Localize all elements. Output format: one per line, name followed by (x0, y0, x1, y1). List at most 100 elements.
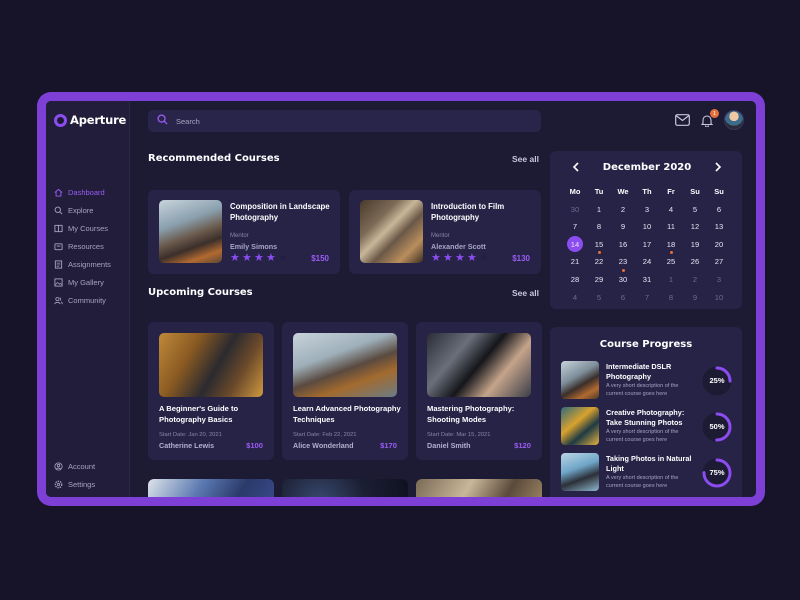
upcoming-course-card[interactable]: A Beginner's Guide to Photography Basics… (148, 322, 274, 460)
calendar-day[interactable]: 30 (563, 201, 587, 219)
sidebar-item-label: Account (68, 461, 96, 471)
calendar-day[interactable]: 1 (587, 201, 611, 219)
calendar-day[interactable]: 3 (635, 201, 659, 219)
upcoming-course-card[interactable]: Learn Advanced Photography Techniques St… (282, 322, 408, 460)
calendar-day[interactable]: 15 (587, 236, 611, 255)
calendar-day[interactable]: 10 (707, 289, 731, 307)
recommended-course-card[interactable]: Composition in Landscape Photography Men… (148, 190, 340, 274)
calendar-day[interactable]: 8 (587, 218, 611, 236)
calendar-day[interactable]: 11 (659, 218, 683, 236)
calendar-day[interactable]: 31 (635, 271, 659, 289)
calendar-day[interactable]: 6 (611, 289, 635, 307)
calendar-weekday: Th (642, 187, 652, 196)
calendar-day-number: 2 (620, 204, 626, 214)
next-month-button[interactable] (712, 161, 724, 173)
calendar-day[interactable]: 1 (659, 271, 683, 289)
calendar-weekday: Mo (569, 187, 581, 196)
calendar: December 2020 Mo Tu We Th Fr Su Su 30 1 2 3 4 5 6 7 8 9 1… (550, 151, 742, 309)
search-bar[interactable] (148, 110, 541, 132)
calendar-day-number: 24 (642, 257, 652, 267)
course-start-date: Start Date: Feb 22, 2021 (293, 432, 357, 438)
sidebar-item-explore[interactable]: Explore (54, 201, 111, 219)
calendar-day[interactable]: 28 (563, 271, 587, 289)
sidebar-item-settings[interactable]: Settings (54, 475, 95, 493)
calendar-day-selected[interactable]: 14 (563, 236, 587, 254)
sidebar-item-assignments[interactable]: Assignments (54, 255, 111, 273)
calendar-day[interactable]: 6 (707, 201, 731, 219)
course-price: $120 (514, 441, 531, 450)
notifications-button[interactable]: 1 (699, 109, 719, 128)
upcoming-see-all-link[interactable]: See all (512, 288, 539, 298)
calendar-day[interactable]: 21 (563, 253, 587, 271)
recommended-see-all-link[interactable]: See all (512, 154, 539, 164)
sidebar-item-dashboard[interactable]: Dashboard (54, 183, 111, 201)
search-input[interactable] (176, 116, 476, 126)
calendar-day[interactable]: 16 (611, 236, 635, 254)
calendar-day[interactable]: 4 (659, 201, 683, 219)
calendar-day[interactable]: 9 (683, 289, 707, 307)
calendar-day[interactable]: 20 (707, 236, 731, 254)
recommended-course-card[interactable]: Introduction to Film Photography Mentor … (349, 190, 541, 274)
calendar-day[interactable]: 23 (611, 253, 635, 272)
calendar-day-number: 5 (596, 292, 602, 302)
prev-month-button[interactable] (570, 161, 582, 173)
calendar-day[interactable]: 7 (635, 289, 659, 307)
calendar-day[interactable]: 22 (587, 253, 611, 271)
upcoming-course-card[interactable]: Mastering Photography: Shooting Modes St… (416, 322, 542, 460)
calendar-day[interactable]: 2 (683, 271, 707, 289)
calendar-day[interactable]: 12 (683, 218, 707, 236)
calendar-day-number: 29 (594, 274, 604, 284)
calendar-day[interactable]: 7 (563, 218, 587, 236)
calendar-day-number: 17 (642, 239, 652, 249)
course-thumbnail (561, 361, 599, 399)
calendar-day[interactable]: 25 (659, 253, 683, 271)
calendar-day[interactable]: 30 (611, 271, 635, 289)
sidebar-item-label: Settings (68, 479, 96, 489)
sidebar-item-my-gallery[interactable]: My Gallery (54, 273, 111, 291)
user-avatar[interactable] (724, 110, 744, 130)
star-empty-icon: ★ (479, 252, 489, 264)
star-icon: ★ (443, 252, 453, 264)
sidebar-nav: Dashboard Explore My Courses Resources A… (54, 183, 111, 309)
calendar-day[interactable]: 5 (683, 201, 707, 219)
calendar-day[interactable]: 19 (683, 236, 707, 254)
course-thumbnail (427, 333, 531, 397)
logo[interactable]: Aperture (54, 113, 126, 127)
calendar-day[interactable]: 18 (659, 236, 683, 255)
course-thumbnail (293, 333, 397, 397)
course-title: Mastering Photography: Shooting Modes (427, 404, 515, 424)
progress-item[interactable]: Intermediate DSLR Photography A very sho… (561, 361, 733, 399)
calendar-day[interactable]: 17 (635, 236, 659, 254)
calendar-day-number: 7 (644, 292, 650, 302)
progress-item[interactable]: Creative Photography: Take Stunning Phot… (561, 407, 733, 445)
calendar-day[interactable]: 26 (683, 253, 707, 271)
mentor-label: Mentor (230, 233, 249, 239)
calendar-day[interactable]: 4 (563, 289, 587, 307)
calendar-day[interactable]: 29 (587, 271, 611, 289)
sidebar-item-resources[interactable]: Resources (54, 237, 111, 255)
calendar-day[interactable]: 10 (635, 218, 659, 236)
calendar-day-number: 1 (668, 274, 674, 284)
calendar-day[interactable]: 9 (611, 218, 635, 236)
aperture-logo-icon (54, 113, 67, 127)
sidebar-item-label: Resources (68, 241, 104, 251)
sidebar-item-community[interactable]: Community (54, 291, 111, 309)
calendar-day[interactable]: 24 (635, 253, 659, 271)
calendar-day[interactable]: 13 (707, 218, 731, 236)
calendar-month: December 2020 (602, 161, 692, 173)
calendar-day-number: 9 (692, 292, 698, 302)
sidebar-item-account[interactable]: Account (54, 457, 95, 475)
calendar-day-number: 6 (620, 292, 626, 302)
calendar-day[interactable]: 8 (659, 289, 683, 307)
search-icon (157, 112, 168, 130)
calendar-day-number: 1 (596, 204, 602, 214)
calendar-day[interactable]: 3 (707, 271, 731, 289)
mail-button[interactable] (674, 112, 690, 128)
calendar-day[interactable]: 2 (611, 201, 635, 219)
sidebar-item-my-courses[interactable]: My Courses (54, 219, 111, 237)
app-frame: Aperture Dashboard Explore My Courses Re… (37, 92, 765, 506)
calendar-day[interactable]: 27 (707, 253, 731, 271)
calendar-day[interactable]: 5 (587, 289, 611, 307)
course-price: $170 (380, 441, 397, 450)
progress-item[interactable]: Taking Photos in Natural Light A very sh… (561, 453, 733, 491)
